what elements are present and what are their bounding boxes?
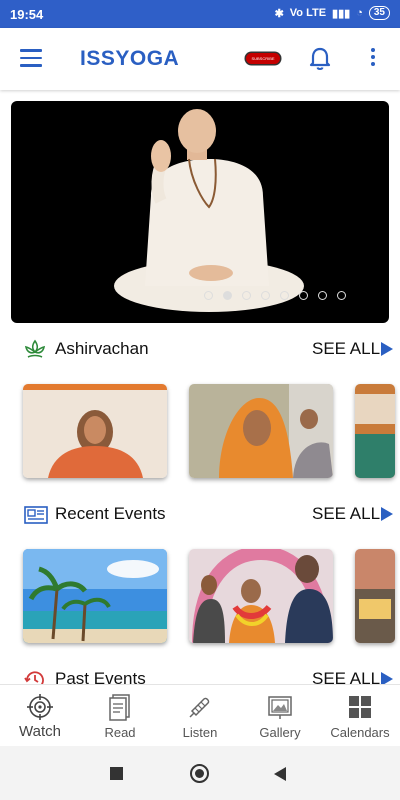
app-title: ISSYOGA xyxy=(80,47,180,70)
carousel-dot[interactable] xyxy=(242,291,251,300)
video-thumbnail[interactable] xyxy=(23,384,167,478)
status-time: 19:54 xyxy=(10,7,44,22)
video-thumbnail[interactable] xyxy=(189,384,333,478)
event-thumbnail[interactable] xyxy=(189,549,333,643)
battery-indicator: 35 xyxy=(368,6,390,20)
event-thumbnail[interactable] xyxy=(355,549,395,643)
nav-label: Gallery xyxy=(259,725,301,740)
wifi-icon: ◔ xyxy=(356,7,363,19)
mic-icon xyxy=(186,693,214,726)
back-button[interactable] xyxy=(274,767,286,781)
status-bar: 19:54 ✱ Vo LTE ▮▮▮ ◔ 35 xyxy=(0,0,400,28)
video-thumbnail[interactable] xyxy=(355,384,395,478)
section-header-recent-events: Recent Events SEE ALL xyxy=(0,501,400,527)
see-all-link[interactable]: SEE ALL xyxy=(312,339,380,359)
nav-label: Calendars xyxy=(330,725,390,740)
bell-icon[interactable] xyxy=(308,46,332,77)
status-icons: ✱ Vo LTE ▮▮▮ ◔ 35 xyxy=(275,6,390,20)
target-icon xyxy=(26,693,54,726)
carousel-dots xyxy=(204,291,346,300)
app-bar: ISSYOGA SUBSCRIBE xyxy=(0,28,400,90)
section-title: Ashirvachan xyxy=(55,339,149,358)
carousel-dot[interactable] xyxy=(337,291,346,300)
subscribe-button[interactable]: SUBSCRIBE xyxy=(246,53,280,64)
carousel-dot[interactable] xyxy=(299,291,308,300)
event-thumbnail[interactable] xyxy=(23,549,167,643)
carousel-dot-active[interactable] xyxy=(223,291,232,300)
nav-gallery[interactable]: Gallery xyxy=(240,685,320,746)
overflow-menu-icon[interactable] xyxy=(370,48,376,68)
book-icon xyxy=(107,693,133,726)
nav-label: Read xyxy=(104,725,136,740)
recent-apps-button[interactable] xyxy=(110,767,123,780)
newspaper-icon xyxy=(23,503,49,532)
bluetooth-icon: ✱ xyxy=(274,7,284,20)
signal-text: Vo LTE xyxy=(289,7,327,19)
carousel-dot[interactable] xyxy=(280,291,289,300)
carousel-dot[interactable] xyxy=(204,291,213,300)
bottom-navigation: Watch Read Listen Gallery Calendars xyxy=(0,684,400,746)
gallery-icon xyxy=(266,693,294,726)
play-arrow-icon[interactable] xyxy=(381,507,393,521)
nav-label: Watch xyxy=(19,723,61,740)
see-all-link[interactable]: SEE ALL xyxy=(312,504,380,524)
home-button[interactable] xyxy=(190,764,209,783)
hero-image xyxy=(114,109,304,312)
section-title: Recent Events xyxy=(55,504,166,523)
nav-label: Listen xyxy=(182,725,218,740)
nav-listen[interactable]: Listen xyxy=(160,685,240,746)
nav-read[interactable]: Read xyxy=(80,685,160,746)
menu-icon[interactable] xyxy=(20,49,42,67)
ashirvachan-list xyxy=(0,384,400,480)
lotus-icon xyxy=(23,338,47,367)
hero-carousel[interactable] xyxy=(11,101,389,323)
nav-calendars[interactable]: Calendars xyxy=(320,685,400,746)
cell-signal-icon: ▮▮▮ xyxy=(332,7,351,20)
section-header-ashirvachan: Ashirvachan SEE ALL xyxy=(0,336,400,362)
carousel-dot[interactable] xyxy=(318,291,327,300)
play-arrow-icon[interactable] xyxy=(381,342,393,356)
carousel-dot[interactable] xyxy=(261,291,270,300)
grid-icon xyxy=(346,693,374,726)
system-navigation-bar xyxy=(0,746,400,800)
nav-watch[interactable]: Watch xyxy=(0,685,80,746)
recent-events-list xyxy=(0,549,400,645)
